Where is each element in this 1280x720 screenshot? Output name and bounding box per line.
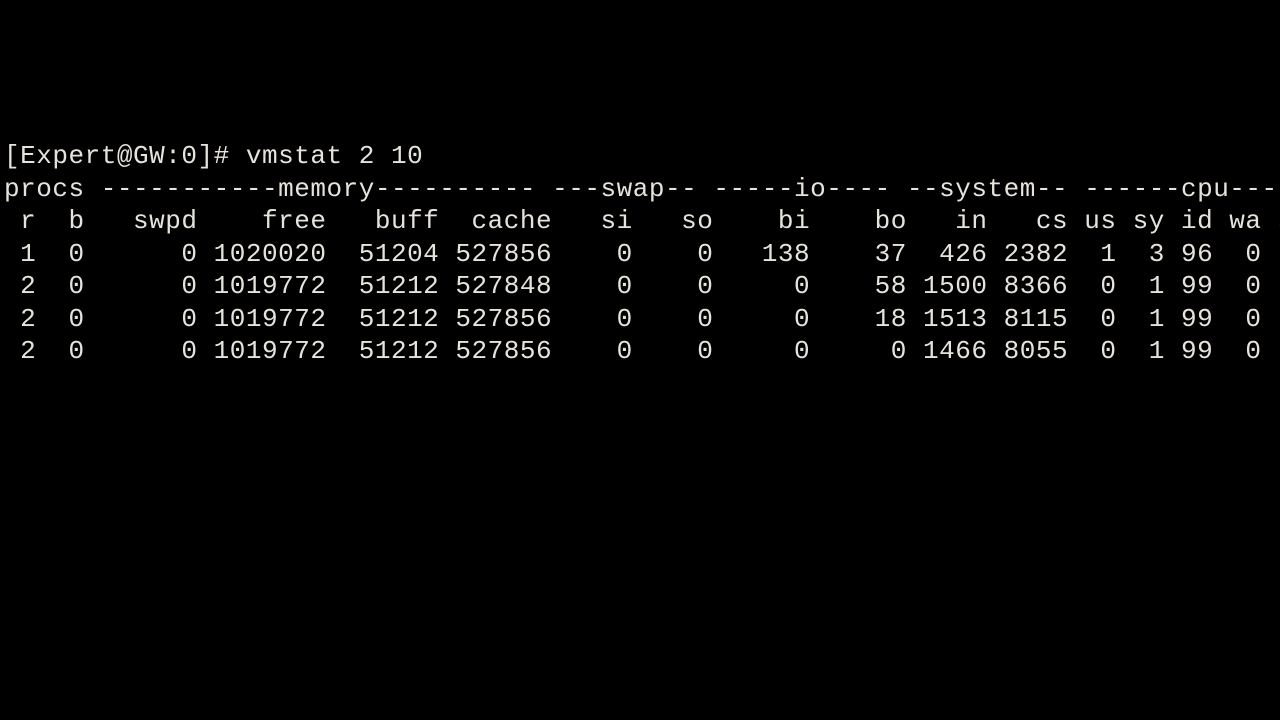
vmstat-row: 2 0 0 1019772 51212 527848 0 0 0 58 1500… [4, 271, 1280, 301]
prompt: [Expert@GW:0]# [4, 141, 246, 171]
command-text: vmstat 2 10 [246, 141, 423, 171]
vmstat-column-header: r b swpd free buff cache si so bi bo in … [4, 206, 1280, 236]
vmstat-group-header: procs -----------memory---------- ---swa… [4, 174, 1280, 204]
vmstat-row: 1 0 0 1020020 51204 527856 0 0 138 37 42… [4, 239, 1280, 269]
vmstat-row: 2 0 0 1019772 51212 527856 0 0 0 0 1466 … [4, 336, 1280, 366]
vmstat-row: 2 0 0 1019772 51212 527856 0 0 0 18 1513… [4, 304, 1280, 334]
terminal-area[interactable]: [Expert@GW:0]# vmstat 2 10 procs -------… [4, 140, 1280, 368]
